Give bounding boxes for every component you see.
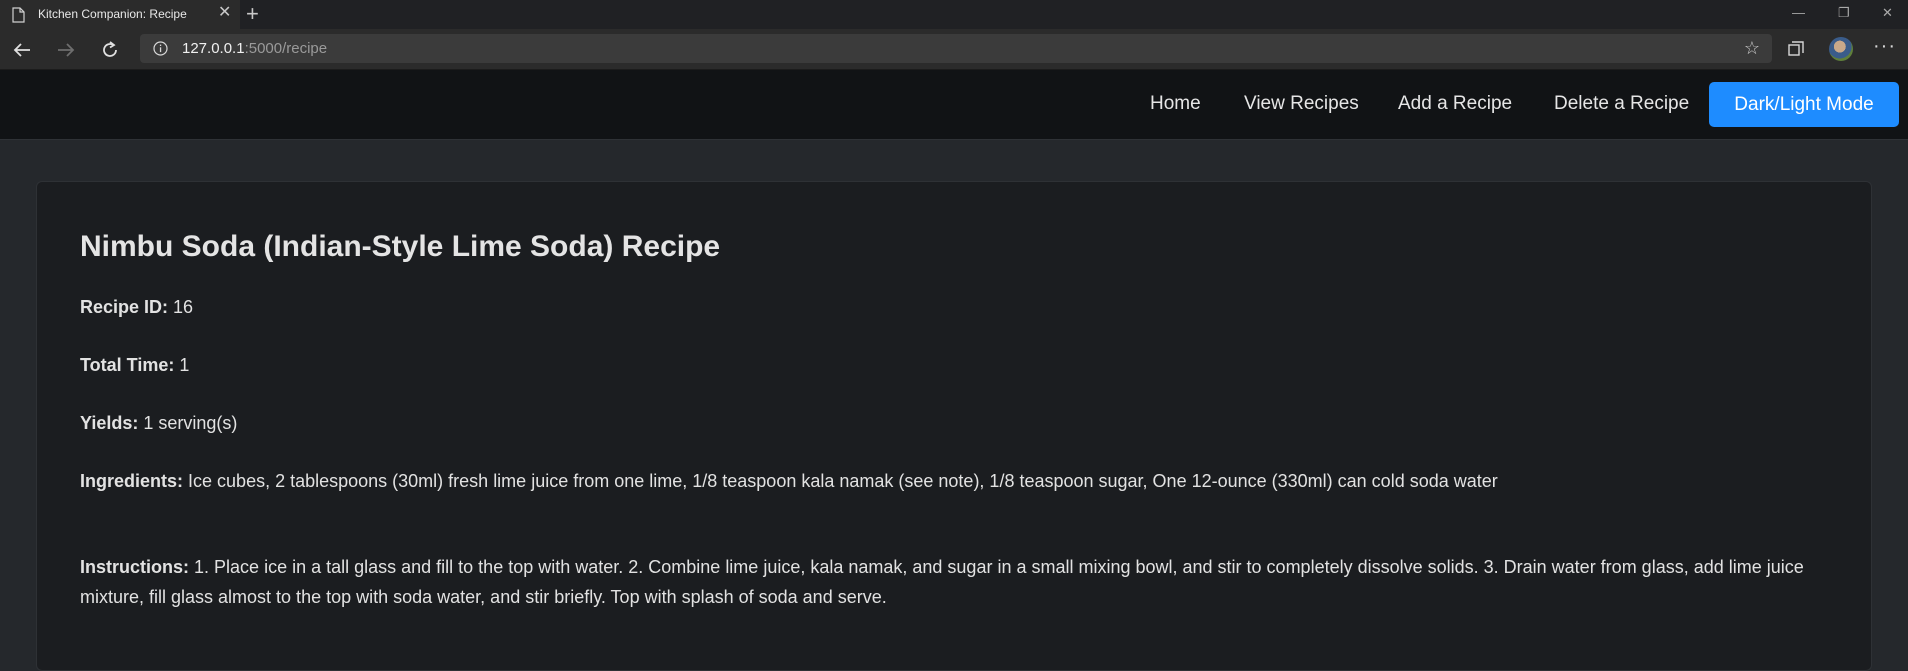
recipe-id-label: Recipe ID: bbox=[80, 297, 169, 317]
recipe-id-row: Recipe ID: 16 bbox=[80, 292, 1840, 322]
ingredients-label: Ingredients: bbox=[80, 471, 184, 491]
instructions-value: 1. Place ice in a tall glass and fill to… bbox=[80, 557, 1804, 607]
recipe-card: Nimbu Soda (Indian-Style Lime Soda) Reci… bbox=[36, 181, 1872, 671]
browser-tabstrip: Kitchen Companion: Recipe ✕ + — ❐ ✕ bbox=[0, 0, 1908, 29]
favorite-star-icon[interactable]: ☆ bbox=[1744, 39, 1760, 57]
instructions-row: Instructions: 1. Place ice in a tall gla… bbox=[80, 552, 1840, 612]
new-tab-icon[interactable]: + bbox=[246, 2, 259, 26]
nav-view-recipes-link[interactable]: View Recipes bbox=[1244, 93, 1359, 115]
app-navbar: Home View Recipes Add a Recipe Delete a … bbox=[0, 70, 1908, 140]
total-time-label: Total Time: bbox=[80, 355, 175, 375]
restore-icon[interactable]: ❐ bbox=[1838, 5, 1850, 21]
yields-label: Yields: bbox=[80, 413, 139, 433]
info-icon[interactable] bbox=[153, 41, 168, 56]
yields-row: Yields: 1 serving(s) bbox=[80, 408, 1840, 438]
recipe-id-value: 16 bbox=[173, 297, 194, 317]
url-path: :5000/recipe bbox=[244, 40, 328, 57]
more-menu-icon[interactable]: ··· bbox=[1873, 35, 1896, 58]
total-time-value: 1 bbox=[179, 355, 190, 375]
nav-add-recipe-link[interactable]: Add a Recipe bbox=[1398, 93, 1512, 115]
ingredients-row: Ingredients: Ice cubes, 2 tablespoons (3… bbox=[80, 466, 1840, 496]
close-tab-icon[interactable]: ✕ bbox=[218, 5, 231, 21]
minimize-icon[interactable]: — bbox=[1792, 5, 1805, 20]
address-bar[interactable]: 127.0.0.1:5000/recipe ☆ bbox=[140, 34, 1772, 63]
collections-icon[interactable] bbox=[1786, 39, 1806, 59]
browser-tab[interactable]: Kitchen Companion: Recipe ✕ bbox=[0, 0, 240, 29]
url-host: 127.0.0.1 bbox=[182, 40, 245, 57]
ingredients-value: Ice cubes, 2 tablespoons (30ml) fresh li… bbox=[188, 471, 1498, 491]
profile-avatar[interactable] bbox=[1829, 37, 1853, 61]
forward-icon[interactable] bbox=[54, 38, 78, 62]
reload-icon[interactable] bbox=[98, 38, 122, 62]
recipe-title: Nimbu Soda (Indian-Style Lime Soda) Reci… bbox=[80, 230, 721, 263]
url-text: 127.0.0.1:5000/recipe bbox=[182, 40, 327, 57]
browser-toolbar: 127.0.0.1:5000/recipe ☆ ··· bbox=[0, 29, 1908, 70]
yields-value: 1 serving(s) bbox=[143, 413, 238, 433]
nav-delete-recipe-link[interactable]: Delete a Recipe bbox=[1554, 93, 1689, 115]
page-icon bbox=[12, 7, 25, 23]
total-time-row: Total Time: 1 bbox=[80, 350, 1840, 380]
nav-home-link[interactable]: Home bbox=[1150, 93, 1201, 115]
close-window-icon[interactable]: ✕ bbox=[1882, 5, 1893, 21]
back-icon[interactable] bbox=[10, 38, 34, 62]
instructions-label: Instructions: bbox=[80, 557, 190, 577]
dark-light-mode-button[interactable]: Dark/Light Mode bbox=[1709, 82, 1899, 127]
tab-title: Kitchen Companion: Recipe bbox=[38, 7, 187, 21]
